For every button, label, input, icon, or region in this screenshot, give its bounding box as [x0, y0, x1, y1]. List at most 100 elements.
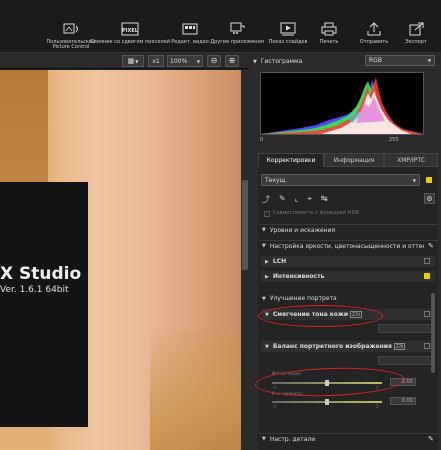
subsection-intensity[interactable]: ▶ Интенсивность: [261, 271, 435, 282]
zoom-out-button[interactable]: ⊖: [207, 55, 221, 67]
section-portrait-label: Улучшение портрета: [269, 295, 337, 302]
preset-select[interactable]: Текущ. ▼: [261, 174, 420, 186]
fit-view-button[interactable]: ▦ ▼: [122, 55, 144, 67]
export-icon: [406, 22, 426, 36]
chevron-down-icon: ▼: [427, 58, 431, 63]
preset-value: Текущ.: [265, 176, 288, 184]
slideshow-label: Показ слайдов: [268, 39, 308, 45]
chevron-down-icon: ▼: [196, 58, 200, 64]
other-apps-label: Другие приложения: [210, 39, 264, 45]
export-button[interactable]: Экспорт: [398, 0, 434, 53]
splash-title: X Studio: [0, 264, 82, 284]
zoom-in-icon: ⊕: [228, 56, 236, 65]
pixel-shift-icon: PIXEL: [120, 22, 140, 36]
subsection-intensity-label: Интенсивность: [272, 273, 325, 280]
section-detail[interactable]: ▼ Настр. детали ✎: [258, 433, 438, 444]
pixel-shift-label: Слияние со сдвигом пикселей: [90, 39, 170, 45]
other-apps-button[interactable]: Другие приложения: [210, 0, 264, 53]
skin-smooth-level-select[interactable]: [378, 324, 432, 333]
histogram-graph: [260, 72, 424, 135]
pixel-shift-button[interactable]: PIXEL Слияние со сдвигом пикселей: [90, 0, 170, 53]
chevron-down-icon: ▼: [135, 58, 139, 64]
hdr-compat-checkbox[interactable]: [264, 211, 270, 217]
portrait-balance-mode-select[interactable]: [378, 356, 432, 365]
picture-control-button[interactable]: Пользовательский Picture Control: [45, 0, 97, 53]
view-bar: ▦ ▼ x1 100% ▼ ⊖ ⊕: [0, 53, 249, 69]
brightness-slider-max: 3: [376, 404, 379, 409]
export-label: Экспорт: [405, 39, 427, 45]
print-icon: [319, 22, 339, 36]
section-levels-label: Уровни и искажения: [269, 226, 336, 234]
brush-icon[interactable]: ✎: [279, 194, 286, 204]
expand-triangle-icon: ▶: [265, 273, 269, 280]
print-button[interactable]: Печать: [314, 0, 344, 53]
chevron-down-icon: ▼: [412, 177, 416, 183]
video-edit-icon: [180, 22, 200, 36]
image-scrollbar-thumb[interactable]: [242, 180, 248, 270]
fit-view-icon: ▦: [127, 57, 135, 65]
histogram-channel-value: RGB: [369, 57, 382, 64]
video-edit-button[interactable]: Редакт. видео: [170, 0, 210, 53]
collapse-triangle-icon: ▼: [265, 343, 269, 350]
splash-window: X Studio Ver. 1.6.1 64bit: [0, 182, 88, 427]
section-detail-label: Настр. детали: [269, 435, 316, 443]
collapse-triangle-icon: ▼: [262, 436, 266, 442]
send-button[interactable]: Отправить: [356, 0, 392, 53]
send-label: Отправить: [359, 39, 389, 45]
zoom-in-button[interactable]: ⊕: [225, 55, 239, 67]
image-scrollbar[interactable]: [241, 70, 249, 450]
subsection-lch-label: LCH: [272, 258, 287, 265]
section-brightness[interactable]: ▼ Настройка яркости, цветонасыщенности и…: [258, 240, 438, 251]
histogram-plot: [261, 77, 423, 134]
histogram-scale-min: 0: [260, 137, 264, 143]
image-viewer[interactable]: X Studio Ver. 1.6.1 64bit: [0, 70, 241, 450]
panel-tabs: Корректировки Информация XMP/IPTC: [258, 153, 438, 167]
perspective-icon[interactable]: ↹: [321, 194, 328, 204]
auto-retouch-brush-icon[interactable]: ⤴: [262, 194, 270, 204]
slideshow-icon: [278, 22, 298, 36]
zoom-out-icon: ⊖: [210, 56, 218, 65]
picture-control-label: Пользовательский Picture Control: [46, 39, 96, 50]
print-label: Печать: [319, 39, 339, 45]
collapse-triangle-icon: ▼: [253, 58, 257, 65]
section-portrait[interactable]: ▼ Улучшение портрета: [258, 293, 438, 304]
model-badge: Z7II: [393, 343, 406, 350]
brightness-slider-knob[interactable]: [325, 399, 329, 405]
lch-checkbox[interactable]: [424, 258, 430, 264]
zoom-x1-button[interactable]: x1: [148, 55, 164, 67]
preset-checkbox[interactable]: [426, 177, 432, 183]
upload-icon: [364, 22, 384, 36]
crop-icon[interactable]: ⌖: [307, 194, 312, 204]
collapse-triangle-icon: ▼: [262, 243, 266, 249]
histogram-scale-max: 255: [389, 137, 399, 143]
tab-adjustments[interactable]: Корректировки: [258, 153, 324, 167]
expand-triangle-icon: ▶: [265, 258, 269, 265]
histogram-title: Гистограмма: [260, 58, 303, 65]
brightness-value-field[interactable]: 0.00: [390, 397, 416, 405]
section-levels[interactable]: ▼ Уровни и искажения: [258, 224, 438, 235]
subsection-portrait-balance[interactable]: ▼ Баланс портретного изображения Z7II: [261, 341, 435, 352]
portrait-balance-checkbox[interactable]: [424, 343, 430, 349]
collapse-triangle-icon: ▼: [262, 295, 266, 302]
panel-scrollbar-thumb[interactable]: [431, 293, 435, 373]
intensity-checkbox[interactable]: [424, 273, 430, 279]
portrait-balance-label: Баланс портретного изображения: [272, 343, 392, 350]
histogram-channel-select[interactable]: RGB ▼: [365, 55, 435, 66]
photo-hair-lower-region: [150, 330, 241, 450]
slideshow-button[interactable]: Показ слайдов: [266, 0, 310, 53]
settings-gear-icon[interactable]: ⚙: [424, 193, 435, 204]
zoom-value: 100%: [170, 57, 188, 65]
collapse-triangle-icon: ▼: [262, 227, 266, 233]
picture-control-icon: [61, 22, 81, 36]
zoom-select[interactable]: 100% ▼: [167, 55, 203, 67]
tab-info[interactable]: Информация: [324, 153, 384, 167]
section-brightness-label: Настройка яркости, цветонасыщенности и о…: [269, 242, 424, 250]
edit-icon[interactable]: ✎: [428, 435, 434, 443]
edit-icon[interactable]: ✎: [428, 242, 434, 250]
skin-smooth-checkbox[interactable]: [424, 311, 430, 317]
straighten-icon[interactable]: ⌞: [295, 194, 299, 204]
subsection-lch[interactable]: ▶ LCH: [261, 256, 435, 267]
annotation-ellipse-skin: [258, 305, 383, 327]
tab-xmp-iptc[interactable]: XMP/IPTC: [384, 153, 438, 167]
tool-icons-row: ⤴ ✎ ⌞ ⌖ ↹: [262, 194, 362, 204]
